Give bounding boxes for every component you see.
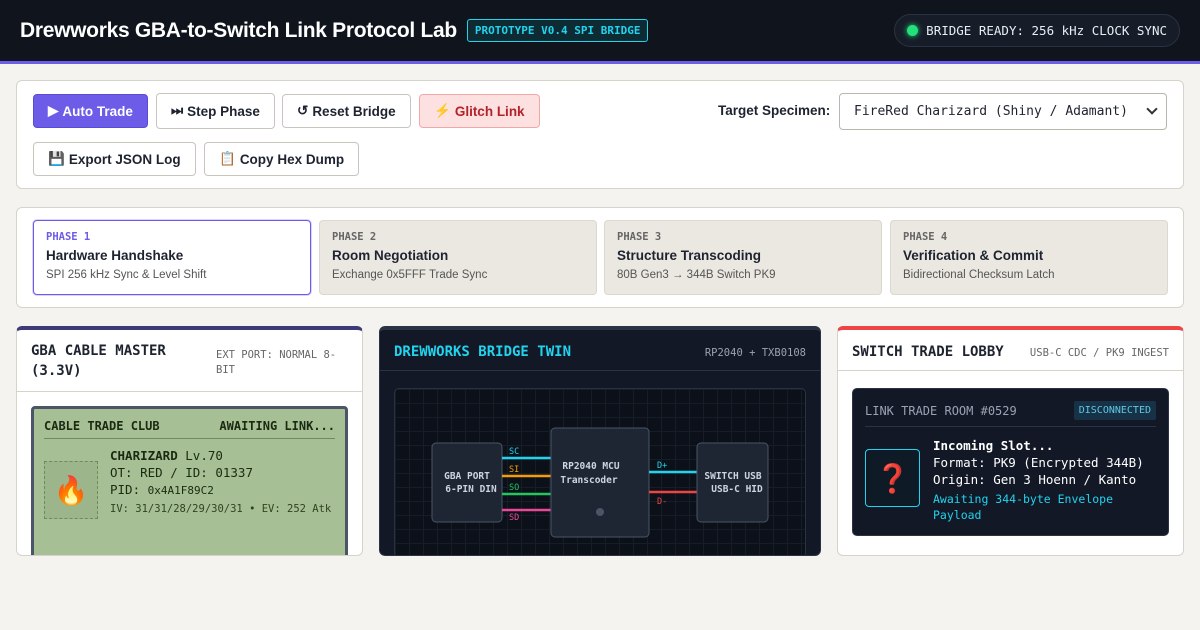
bridge-status-text: BRIDGE READY: 256 kHz CLOCK SYNC xyxy=(926,23,1167,38)
skip-forward-icon: ⏭ xyxy=(171,103,184,118)
copy-hex-label: Copy Hex Dump xyxy=(239,151,345,167)
phase-card-1[interactable]: PHASE 1 Hardware Handshake SPI 256 kHz S… xyxy=(33,220,311,295)
fire-icon: 🔥 xyxy=(44,461,98,519)
play-icon: ▶ xyxy=(48,103,59,118)
phase-number: PHASE 2 xyxy=(332,231,377,243)
bridge-panel: DREWWORKS BRIDGE TWIN RP2040 + TXB0108 G… xyxy=(379,326,821,556)
gba-port-label-1: GBA PORT xyxy=(444,471,490,482)
mcu-status-led-icon xyxy=(596,508,604,516)
specimen-ot: OT: RED / ID: 01337 xyxy=(110,465,253,480)
signal-label-so: SO xyxy=(509,483,519,493)
switch-port-block xyxy=(696,442,769,523)
usb-label-dminus: D- xyxy=(657,497,667,507)
pid-label: PID: xyxy=(110,482,141,497)
app-title: Drewworks GBA-to-Switch Link Protocol La… xyxy=(20,18,457,42)
specimen-stats: IV: 31/31/28/29/30/31 • EV: 252 Atk xyxy=(110,503,332,515)
phase-subtitle: 80B Gen3 → 344B Switch PK9 xyxy=(617,269,776,281)
export-json-label: Export JSON Log xyxy=(68,151,181,167)
clipboard-icon: 📋 xyxy=(219,151,236,166)
target-specimen-label: Target Specimen: xyxy=(718,103,831,118)
incoming-slot-title: Incoming Slot... xyxy=(933,438,1054,453)
phase-card-4[interactable]: PHASE 4 Verification & Commit Bidirectio… xyxy=(890,220,1168,295)
reset-bridge-button[interactable]: ↺ Reset Bridge xyxy=(282,94,411,128)
reset-bridge-label: Reset Bridge xyxy=(312,103,396,119)
glitch-link-label: Glitch Link xyxy=(454,103,525,119)
bridge-panel-title: DREWWORKS BRIDGE TWIN xyxy=(394,344,572,360)
gba-port-meta: EXT PORT: NORMAL 8-BIT xyxy=(216,349,337,376)
trade-room-card: LINK TRADE ROOM #0529 DISCONNECTED ❓ Inc… xyxy=(852,388,1169,536)
question-icon: ❓ xyxy=(865,449,920,507)
phase-number: PHASE 3 xyxy=(617,231,662,243)
bridge-hardware-meta: RP2040 + TXB0108 xyxy=(704,347,806,359)
gba-panel: GBA CABLE MASTER (3.3V) EXT PORT: NORMAL… xyxy=(16,326,363,556)
step-phase-button[interactable]: ⏭ Step Phase xyxy=(156,93,275,129)
glitch-link-button[interactable]: ⚡ Glitch Link xyxy=(419,94,540,128)
phase-title: Structure Transcoding xyxy=(617,248,762,263)
step-phase-label: Step Phase xyxy=(187,103,260,119)
switch-panel: SWITCH TRADE LOBBY USB-C CDC / PK9 INGES… xyxy=(837,326,1184,556)
switch-port-label-1: SWITCH USB xyxy=(704,471,761,482)
phase-number: PHASE 1 xyxy=(46,231,91,243)
export-json-button[interactable]: 💾 Export JSON Log xyxy=(33,142,196,176)
gba-port-label-2: 6-PIN DIN xyxy=(445,484,497,495)
specimen-name: CHARIZARD xyxy=(110,448,178,463)
wiring-diagram-svg: GBA PORT 6-PIN DIN SC SI SO SD RP2040 MC… xyxy=(431,427,769,538)
bridge-panel-header: DREWWORKS BRIDGE TWIN RP2040 + TXB0108 xyxy=(380,330,820,371)
switch-panel-header: SWITCH TRADE LOBBY USB-C CDC / PK9 INGES… xyxy=(838,330,1183,371)
phase-subtitle: SPI 256 kHz Sync & Level Shift xyxy=(46,269,207,281)
trade-room-number: LINK TRADE ROOM #0529 xyxy=(865,403,1017,418)
phase-number: PHASE 4 xyxy=(903,231,948,243)
specimen-level: Lv.70 xyxy=(185,448,223,463)
top-bar: Drewworks GBA-to-Switch Link Protocol La… xyxy=(0,0,1200,64)
slot-origin: Origin: Gen 3 Hoenn / Kanto xyxy=(933,472,1137,487)
gba-panel-header: GBA CABLE MASTER (3.3V) EXT PORT: NORMAL… xyxy=(17,330,362,392)
awaiting-payload-text: Awaiting 344-byte Envelope Payload xyxy=(933,492,1114,522)
switch-usb-meta: USB-C CDC / PK9 INGEST xyxy=(1029,347,1169,359)
gba-lcd-screen: CABLE TRADE CLUB AWAITING LINK... 🔥 CHAR… xyxy=(31,406,348,555)
phase-tracker: PHASE 1 Hardware Handshake SPI 256 kHz S… xyxy=(16,207,1184,308)
switch-panel-title: SWITCH TRADE LOBBY xyxy=(852,344,1004,360)
target-specimen-select[interactable]: FireRed Charizard (Shiny / Adamant) xyxy=(839,93,1167,130)
floppy-disk-icon: 💾 xyxy=(48,151,65,166)
bridge-wiring-diagram: GBA PORT 6-PIN DIN SC SI SO SD RP2040 MC… xyxy=(394,388,806,555)
signal-label-sd: SD xyxy=(509,513,519,523)
lcd-club-title: CABLE TRADE CLUB xyxy=(44,419,160,433)
phase-title: Verification & Commit xyxy=(903,248,1044,263)
specimen-pid: 0x4A1F89C2 xyxy=(147,484,214,497)
usb-label-dplus: D+ xyxy=(657,461,667,471)
control-panel: ▶ Auto Trade ⏭ Step Phase ↺ Reset Bridge… xyxy=(16,80,1184,189)
phase-card-2[interactable]: PHASE 2 Room Negotiation Exchange 0x5FFF… xyxy=(319,220,597,295)
copy-hex-button[interactable]: 📋 Copy Hex Dump xyxy=(204,142,360,176)
switch-port-label-2: USB-C HID xyxy=(711,484,763,495)
phase-title: Hardware Handshake xyxy=(46,248,184,263)
signal-label-sc: SC xyxy=(509,447,519,457)
reset-icon: ↺ xyxy=(297,103,309,118)
slot-format: Format: PK9 (Encrypted 344B) xyxy=(933,455,1144,470)
target-specimen-value: FireRed Charizard (Shiny / Adamant) xyxy=(854,104,1128,119)
auto-trade-label: Auto Trade xyxy=(62,103,133,119)
phase-card-3[interactable]: PHASE 3 Structure Transcoding 80B Gen3 →… xyxy=(604,220,882,295)
connection-status-badge: DISCONNECTED xyxy=(1073,401,1156,420)
phase-subtitle: Bidirectional Checksum Latch xyxy=(903,269,1055,281)
gba-panel-title: GBA CABLE MASTER (3.3V) xyxy=(31,343,166,379)
chevron-down-icon xyxy=(1146,103,1158,115)
mcu-label-2: Transcoder xyxy=(560,475,617,486)
lcd-link-status: AWAITING LINK... xyxy=(219,419,335,433)
phase-subtitle: Exchange 0x5FFF Trade Sync xyxy=(332,269,488,281)
phase-title: Room Negotiation xyxy=(332,248,449,263)
mcu-label-1: RP2040 MCU xyxy=(562,461,619,472)
status-dot-icon xyxy=(907,25,919,36)
bridge-status-pill: BRIDGE READY: 256 kHz CLOCK SYNC xyxy=(894,14,1180,47)
gba-port-block xyxy=(431,442,503,523)
prototype-badge: PROTOTYPE V0.4 SPI BRIDGE xyxy=(466,19,649,42)
auto-trade-button[interactable]: ▶ Auto Trade xyxy=(33,94,148,128)
signal-label-si: SI xyxy=(509,465,519,475)
lightning-icon: ⚡ xyxy=(434,103,451,118)
